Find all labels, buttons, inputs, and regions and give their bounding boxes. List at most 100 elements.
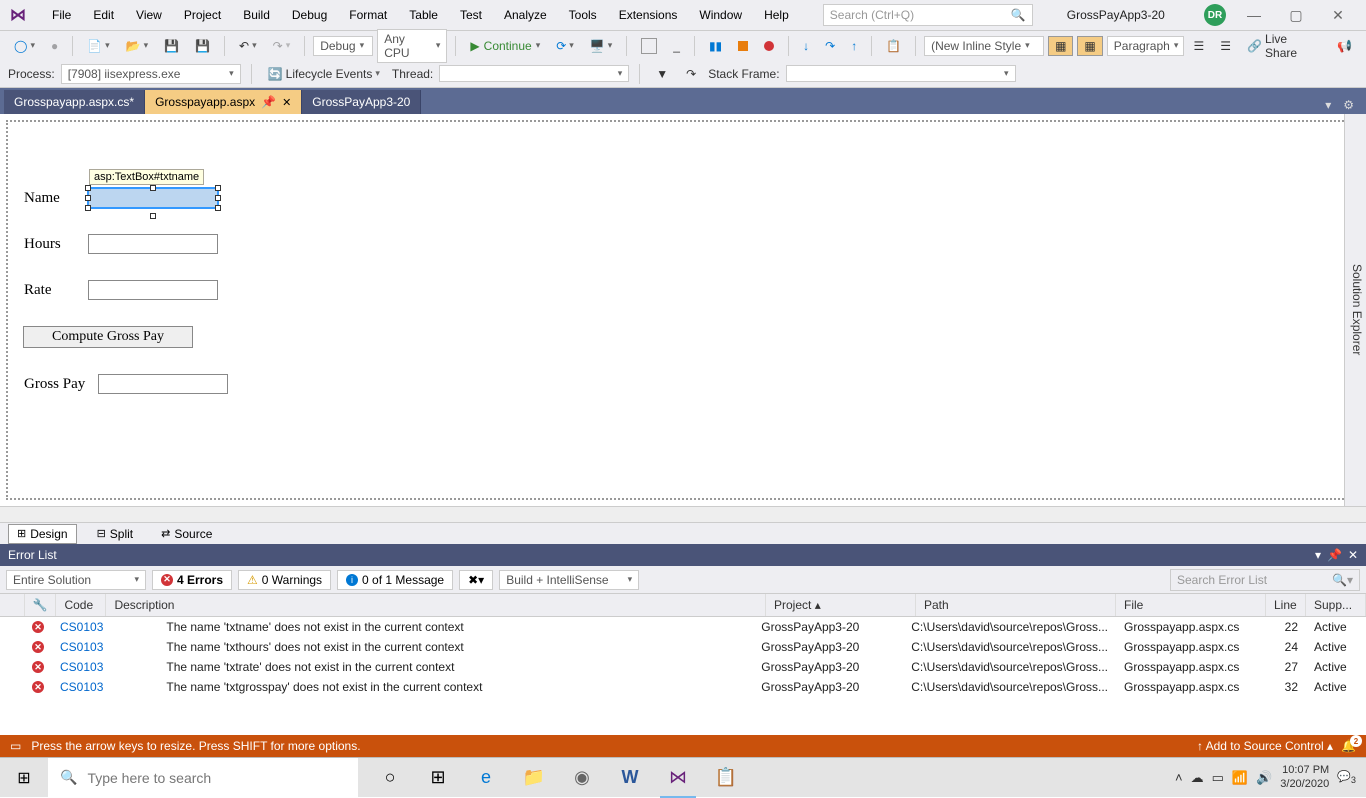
maximize-button[interactable]: ▢ (1276, 3, 1316, 27)
refresh-button[interactable]: ⟳▾ (550, 37, 580, 55)
menu-table[interactable]: Table (399, 4, 448, 26)
pin-icon[interactable]: 📌 (261, 95, 276, 109)
table-tool-1[interactable]: ▦ (1048, 36, 1073, 56)
user-badge[interactable]: DR (1204, 4, 1226, 26)
redo-button[interactable]: ↷▾ (267, 37, 297, 55)
build-mode-dropdown[interactable]: Build + IntelliSense▾ (499, 570, 639, 590)
panel-pin-icon[interactable]: 📌 (1327, 548, 1342, 562)
task-view-icon[interactable]: ⊞ (416, 758, 460, 798)
volume-icon[interactable]: 🔊 (1256, 770, 1272, 786)
tab-grosspayapp-project[interactable]: GrossPayApp3-20 (302, 90, 421, 114)
config-dropdown[interactable]: Debug▾ (313, 36, 373, 56)
design-view-button[interactable]: ⊞Design (8, 524, 77, 544)
menu-analyze[interactable]: Analyze (494, 4, 557, 26)
col-project[interactable]: Project ▴ (766, 594, 916, 617)
step-into-icon[interactable]: ↓ (797, 37, 815, 55)
menu-debug[interactable]: Debug (282, 4, 337, 26)
quick-launch-search[interactable]: Search (Ctrl+Q) 🔍 (823, 4, 1033, 26)
lifecycle-button[interactable]: 🔄 Lifecycle Events ▾ (262, 65, 386, 83)
tray-chevron-icon[interactable]: ˄ (1175, 770, 1183, 786)
tool-icon-1[interactable] (635, 36, 663, 56)
feedback-icon[interactable]: 📢 (1331, 37, 1358, 55)
wifi-icon[interactable]: 📶 (1232, 770, 1248, 786)
cortana-icon[interactable]: ○ (368, 758, 412, 798)
hours-textbox[interactable] (88, 234, 218, 254)
stop-button[interactable] (732, 39, 754, 53)
tool-icon-2[interactable]: _ (667, 37, 686, 55)
panel-dropdown-icon[interactable]: ▾ (1315, 548, 1321, 562)
menu-test[interactable]: Test (450, 4, 492, 26)
close-tab-icon[interactable]: ✕ (282, 96, 291, 109)
explorer-icon[interactable]: 📁 (512, 758, 556, 798)
restart-button[interactable] (758, 39, 780, 53)
continue-button[interactable]: ▶ Continue ▾ (464, 37, 546, 55)
grosspay-textbox[interactable] (98, 374, 228, 394)
list-icon[interactable]: ☰ (1188, 37, 1211, 55)
col-supp[interactable]: Supp... (1306, 594, 1366, 617)
process-dropdown[interactable]: [7908] iisexpress.exe▾ (61, 64, 241, 84)
menu-view[interactable]: View (126, 4, 172, 26)
error-row[interactable]: ✕CS0103The name 'txthours' does not exis… (0, 637, 1366, 657)
source-view-button[interactable]: ⇄Source (153, 525, 220, 543)
error-row[interactable]: ✕CS0103The name 'txtname' does not exist… (0, 617, 1366, 637)
notifications-button[interactable]: 🔔2 (1341, 739, 1356, 753)
live-share-button[interactable]: 🔗 Live Share (1241, 30, 1325, 62)
minimize-button[interactable]: — (1234, 3, 1274, 27)
errors-filter[interactable]: ✕4 Errors (152, 570, 232, 590)
col-icon2[interactable]: 🔧 (24, 594, 56, 617)
platform-dropdown[interactable]: Any CPU▾ (377, 29, 447, 63)
close-button[interactable]: ✕ (1318, 3, 1358, 27)
step-out-icon[interactable]: ↑ (845, 37, 863, 55)
error-search-input[interactable]: Search Error List🔍▾ (1170, 569, 1360, 591)
clear-filter-button[interactable]: ✖▾ (459, 570, 493, 590)
menu-extensions[interactable]: Extensions (609, 4, 688, 26)
undo-button[interactable]: ↶▾ (233, 37, 263, 55)
menu-file[interactable]: File (42, 4, 81, 26)
menu-tools[interactable]: Tools (559, 4, 607, 26)
menu-build[interactable]: Build (233, 4, 280, 26)
clock[interactable]: 10:07 PM 3/20/2020 (1280, 764, 1329, 790)
error-row[interactable]: ✕CS0103The name 'txtgrosspay' does not e… (0, 677, 1366, 697)
list-icon-2[interactable]: ☰ (1214, 37, 1237, 55)
save-button[interactable]: 💾 (158, 37, 185, 55)
tray-icon-2[interactable]: ▭ (1212, 770, 1224, 786)
warnings-filter[interactable]: ⚠0 Warnings (238, 570, 331, 590)
word-icon[interactable]: W (608, 758, 652, 798)
app-icon-1[interactable]: ◉ (560, 758, 604, 798)
col-file[interactable]: File (1116, 594, 1266, 617)
error-row[interactable]: ✕CS0103The name 'txtrate' does not exist… (0, 657, 1366, 677)
app-icon-2[interactable]: 📋 (704, 758, 748, 798)
taskbar-search[interactable]: 🔍 Type here to search (48, 758, 358, 798)
start-button[interactable]: ⊞ (0, 758, 48, 798)
scope-dropdown[interactable]: Entire Solution▾ (6, 570, 146, 590)
browse-button[interactable]: 🖥️▾ (584, 37, 618, 55)
col-icon[interactable] (0, 594, 24, 617)
messages-filter[interactable]: i0 of 1 Message (337, 570, 453, 590)
rate-textbox[interactable] (88, 280, 218, 300)
col-line[interactable]: Line (1266, 594, 1306, 617)
save-all-button[interactable]: 💾 (189, 37, 216, 55)
action-center-icon[interactable]: 💬3 (1337, 770, 1356, 785)
tab-grosspayapp-aspx[interactable]: Grosspayapp.aspx 📌 ✕ (145, 90, 302, 114)
step-over-icon[interactable]: ↷ (819, 37, 841, 55)
menu-window[interactable]: Window (689, 4, 752, 26)
filter-icon[interactable]: ▼ (650, 65, 674, 83)
menu-project[interactable]: Project (174, 4, 231, 26)
format-dropdown[interactable]: Paragraph▾ (1107, 36, 1184, 56)
menu-edit[interactable]: Edit (83, 4, 124, 26)
tool-icon-3[interactable]: 📋 (880, 37, 907, 55)
open-button[interactable]: 📂▾ (120, 37, 154, 55)
visual-studio-icon[interactable]: ⋈ (656, 758, 700, 798)
pause-button[interactable]: ▮▮ (703, 37, 728, 55)
edge-icon[interactable]: e (464, 758, 508, 798)
name-textbox[interactable]: asp:TextBox#txtname (88, 188, 218, 208)
style-dropdown[interactable]: (New Inline Style▾ (924, 36, 1044, 56)
step-icon[interactable]: ↷ (680, 65, 702, 83)
col-code[interactable]: Code (56, 594, 106, 617)
tab-grosspayapp-cs[interactable]: Grosspayapp.aspx.cs* (4, 90, 145, 114)
horizontal-scrollbar[interactable] (0, 506, 1366, 522)
tab-dropdown-icon[interactable]: ▾ (1321, 96, 1335, 114)
nav-back-button[interactable]: ◯▾ (8, 37, 41, 55)
tab-settings-icon[interactable]: ⚙ (1339, 96, 1358, 114)
split-view-button[interactable]: ⊟Split (89, 525, 142, 543)
